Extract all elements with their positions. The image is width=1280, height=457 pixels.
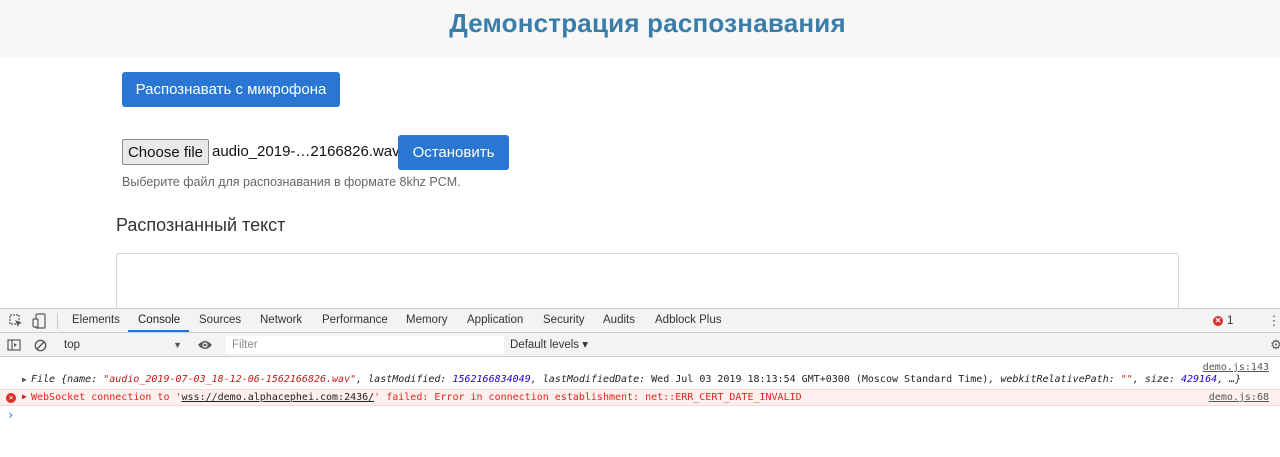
expand-triangle-icon[interactable]: ▶ [22,375,27,384]
choose-file-button[interactable]: Choose file [122,139,209,165]
error-icon: ✕ [1213,316,1223,326]
tab-sources[interactable]: Sources [199,309,241,333]
page-title: Демонстрация распознавания [449,8,846,38]
tab-memory[interactable]: Memory [406,309,448,333]
clear-console-icon[interactable] [32,337,48,353]
error-icon: ✕ [6,393,16,403]
inspect-icon[interactable] [8,313,24,329]
eye-icon[interactable] [196,337,214,353]
websocket-url-link: wss://demo.alphacephei.com:2436/ [181,392,375,403]
log-levels-select[interactable]: Default levels ▾ [510,336,588,354]
error-count: 1 [1227,315,1234,327]
page-header: Демонстрация распознавания [0,0,1280,58]
recognized-text-heading: Распознанный текст [116,215,286,235]
tab-audits[interactable]: Audits [603,309,635,333]
web-page: Демонстрация распознавания Распознавать … [0,0,1280,308]
devtools-tab-bar: Elements Console Sources Network Perform… [0,309,1280,333]
context-value: top [64,339,80,351]
console-error-row[interactable]: ✕ ▶ WebSocket connection to 'wss://demo.… [0,389,1280,406]
sidebar-toggle-icon[interactable] [6,337,22,353]
console-prompt-icon[interactable]: › [7,408,14,422]
active-tab-indicator [128,330,189,332]
file-hint-text: Выберите файл для распознавания в формат… [122,175,461,189]
tab-application[interactable]: Application [467,309,523,333]
selected-file-name: audio_2019-…2166826.wav [212,143,400,160]
error-source-link[interactable]: demo.js:68 [1209,392,1269,403]
more-icon[interactable]: ⋮ [1268,313,1280,329]
tab-network[interactable]: Network [260,309,302,333]
error-message: WebSocket connection to 'wss://demo.alph… [31,392,802,403]
tab-separator [57,313,58,329]
context-select[interactable]: top ▼ [58,336,188,354]
console-toolbar: top ▼ Default levels ▾ ⚙ [0,333,1280,357]
console-log-row[interactable]: ▶ File {name: "audio_2019-07-03_18-12-06… [0,374,1280,388]
gear-icon[interactable]: ⚙ [1270,337,1280,353]
device-toolbar-icon[interactable] [31,312,47,329]
expand-triangle-icon[interactable]: ▶ [22,392,27,401]
tab-security[interactable]: Security [543,309,585,333]
filter-input[interactable] [226,336,504,354]
stop-button[interactable]: Остановить [398,135,509,170]
tab-elements[interactable]: Elements [72,309,120,333]
log-message: File {name: "audio_2019-07-03_18-12-06-1… [31,374,1242,385]
console-output: demo.js:143 ▶ File {name: "audio_2019-07… [0,357,1280,457]
log-source-link[interactable]: demo.js:143 [1203,362,1269,373]
error-counter[interactable]: ✕ 1 [1213,313,1233,329]
tab-performance[interactable]: Performance [322,309,388,333]
recognize-microphone-button[interactable]: Распознавать с микрофона [122,72,340,107]
devtools-panel: Elements Console Sources Network Perform… [0,308,1280,456]
tab-adblock-plus[interactable]: Adblock Plus [655,309,721,333]
recognized-text-area[interactable] [116,253,1179,308]
dropdown-arrow-icon: ▼ [173,340,182,350]
